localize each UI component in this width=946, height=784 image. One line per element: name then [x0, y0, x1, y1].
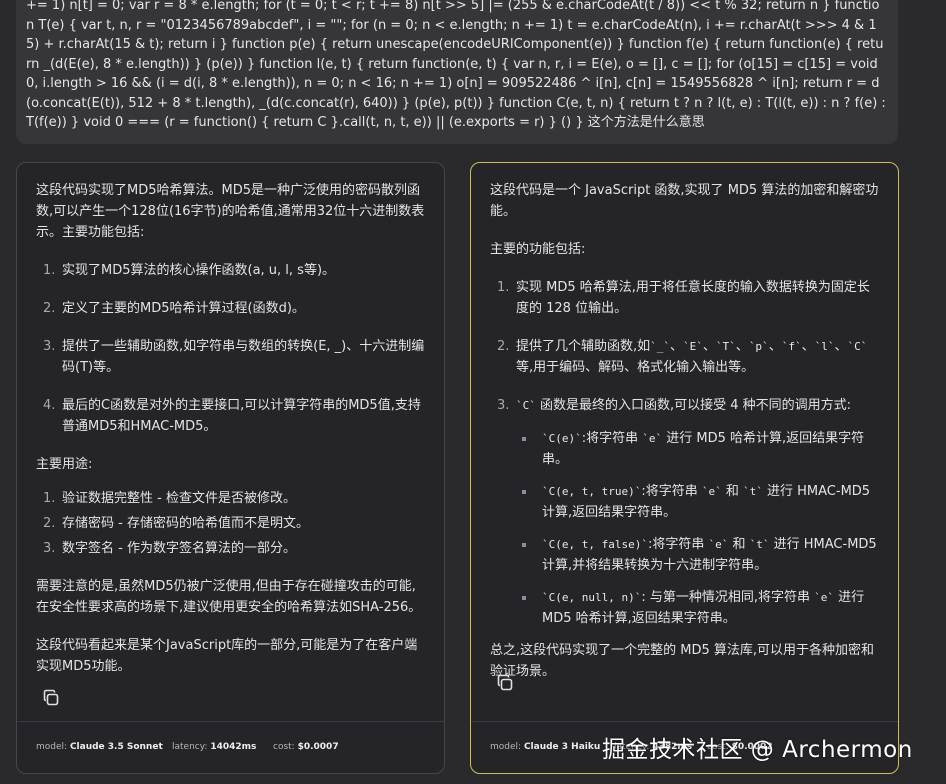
conclusion-paragraph: 这段代码看起来是某个JavaScript库的一部分,可能是为了在客户端实现MD5…	[36, 638, 418, 674]
list-item: 1. 实现 MD5 哈希算法,用于将任意长度的输入数据转换为固定长度的 128 位…	[497, 280, 870, 316]
list-item: 4. 最后的C函数是对外的主要接口,可以计算字符串的MD5值,支持普通MD5和HM…	[43, 398, 421, 434]
response-card-haiku[interactable]: 这段代码是一个 JavaScript 函数,实现了 MD5 算法的加密和解密功能…	[470, 162, 899, 774]
list-item: 2. 提供了几个辅助函数,如`_`、`E`、`T`、`p`、`f`、`l`、`C`…	[497, 339, 868, 375]
list-item: 2. 存储密码 - 存储密码的哈希值而不是明文。	[43, 516, 309, 531]
list-item: 3. 提供了一些辅助函数,如字符串与数组的转换(E, _)、十六进制编码(T)等。	[43, 339, 425, 375]
security-note: 需要注意的是,虽然MD5仍被广泛使用,但由于存在碰撞攻击的可能,在安全性要求高的…	[36, 579, 422, 615]
uses-list: 1. 验证数据完整性 - 检查文件是否被修改。 2. 存储密码 - 存储密码的哈希值…	[36, 488, 426, 559]
list-item: 2. 定义了主要的MD5哈希计算过程(函数d)。	[43, 301, 305, 316]
list-item: 3. 数字签名 - 作为数字签名算法的一部分。	[43, 541, 296, 556]
features-heading: 主要的功能包括:	[490, 242, 586, 257]
response-content: 这段代码是一个 JavaScript 函数,实现了 MD5 算法的加密和解密功能…	[490, 180, 880, 699]
response-content: 这段代码实现了MD5哈希算法。MD5是一种广泛使用的密码散列函数,可以产生一个1…	[36, 180, 426, 694]
list-item: 1. 实现了MD5算法的核心操作函数(a, u, l, s等)。	[43, 263, 336, 278]
feature-list: 1. 实现了MD5算法的核心操作函数(a, u, l, s等)。 2. 定义了主要的…	[36, 260, 426, 437]
list-item: 3. `C` 函数是最终的入口函数,可以接受 4 种不同的调用方式: `C(e)`…	[490, 395, 880, 629]
call-variants-list: `C(e)`:将字符串 `e` 进行 MD5 哈希计算,返回结果字符串。 `C(…	[516, 428, 880, 629]
list-item: `C(e)`:将字符串 `e` 进行 MD5 哈希计算,返回结果字符串。	[516, 428, 880, 470]
response-footer: model: Claude 3.5 Sonnet latency: 14042m…	[17, 721, 444, 773]
cost-info: cost: $0.0007	[273, 742, 339, 752]
prompt-text: += 1) n[t] = 0; var r = 8 * e.length; fo…	[26, 0, 886, 130]
prompt-message: += 1) n[t] = 0; var r = 8 * e.length; fo…	[16, 0, 898, 144]
intro-paragraph: 这段代码实现了MD5哈希算法。MD5是一种广泛使用的密码散列函数,可以产生一个1…	[36, 183, 425, 240]
feature-list: 1. 实现 MD5 哈希算法,用于将任意长度的输入数据转换为固定长度的 128 位…	[490, 277, 880, 629]
intro-paragraph: 这段代码是一个 JavaScript 函数,实现了 MD5 算法的加密和解密功能…	[490, 183, 879, 219]
latency-info: latency: 14042ms	[172, 742, 257, 752]
watermark: 掘金技术社区 @ Archermon	[602, 737, 913, 763]
list-item: `C(e, t, false)`:将字符串 `e` 和 `t` 进行 HMAC-…	[516, 534, 880, 576]
list-item: 1. 验证数据完整性 - 检查文件是否被修改。	[43, 491, 296, 506]
response-card-sonnet[interactable]: 这段代码实现了MD5哈希算法。MD5是一种广泛使用的密码散列函数,可以产生一个1…	[16, 162, 445, 774]
model-info: model: Claude 3.5 Sonnet	[36, 742, 163, 752]
uses-heading: 主要用途:	[36, 457, 93, 472]
copy-icon[interactable]	[41, 688, 61, 708]
list-item: `C(e, t, true)`:将字符串 `e` 和 `t` 进行 HMAC-M…	[516, 481, 880, 523]
copy-icon[interactable]	[495, 673, 515, 693]
summary-paragraph: 总之,这段代码实现了一个完整的 MD5 算法库,可以用于各种加密和验证场景。	[490, 643, 875, 679]
model-info: model: Claude 3 Haiku	[490, 742, 601, 752]
list-item: `C(e, null, n)`: 与第一种情况相同,将字符串 `e` 进行 MD…	[516, 587, 880, 629]
